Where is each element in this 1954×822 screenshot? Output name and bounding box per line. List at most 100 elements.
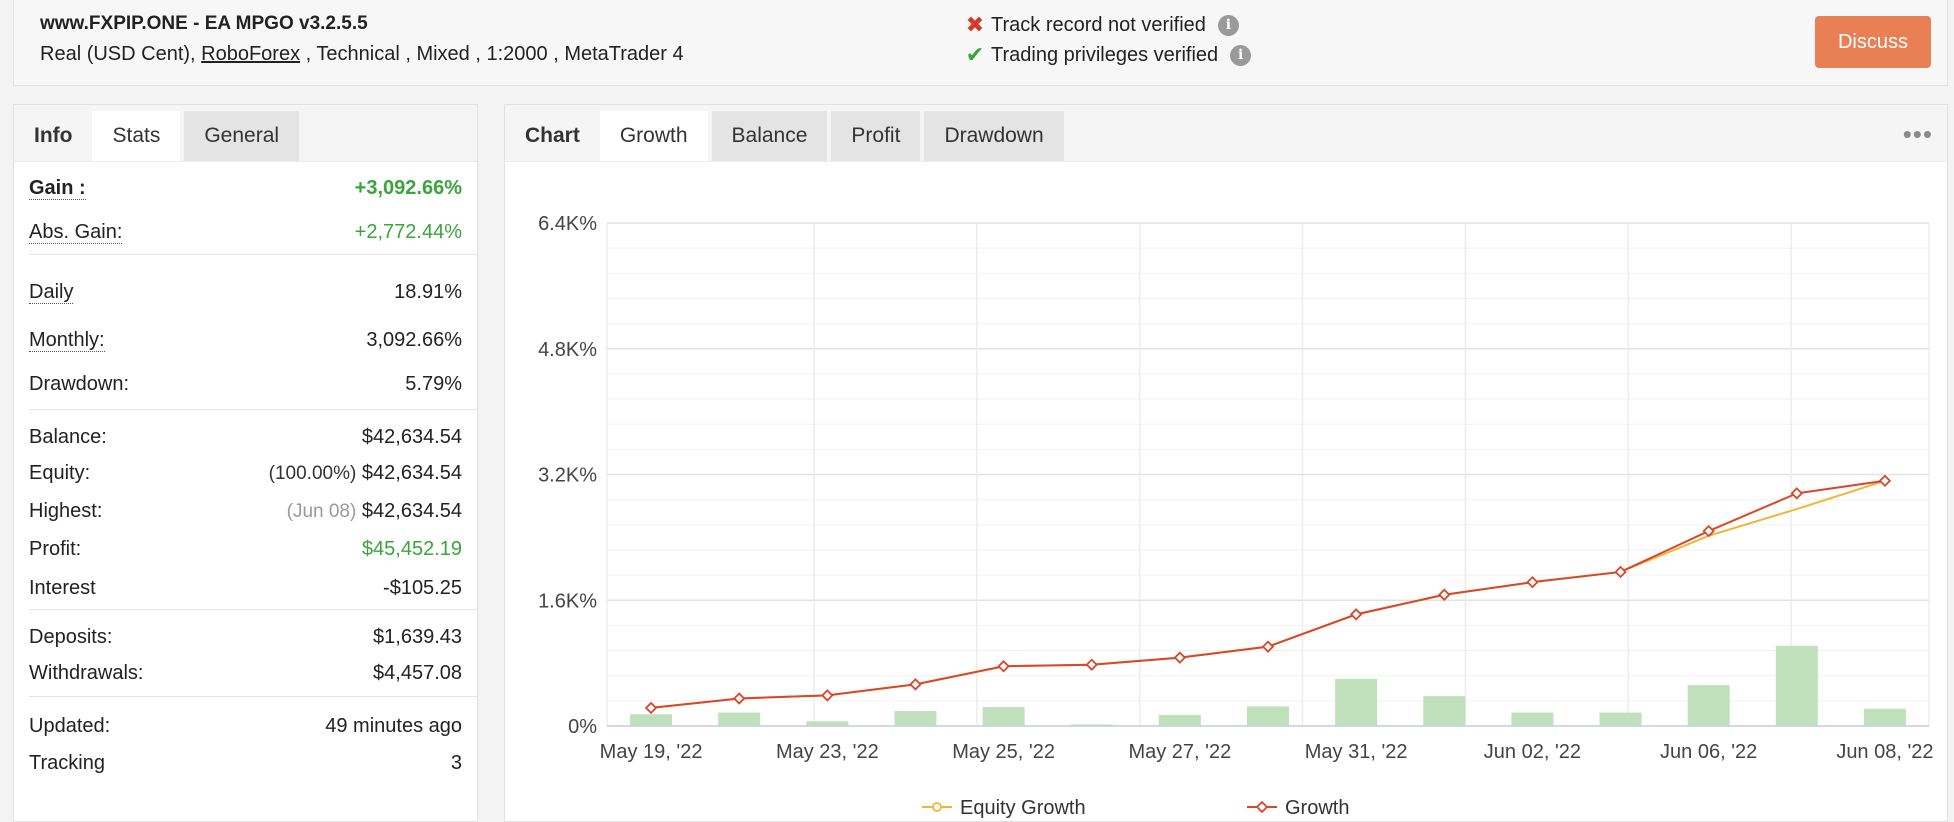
stat-label[interactable]: Daily [29, 281, 74, 304]
stat-daily: Daily 18.91% [29, 255, 462, 317]
stat-value: $45,452.19 [361, 538, 462, 560]
cross-icon: ✖ [965, 12, 985, 37]
equity-amount: $42,634.54 [361, 461, 462, 484]
tab-drawdown[interactable]: Drawdown [924, 111, 1064, 161]
broker-link[interactable]: RoboForex [201, 43, 300, 65]
stat-withdrawals: Withdrawals: $4,457.08 [29, 654, 462, 692]
system-title: www.FXPIP.ONE - EA MPGO v3.2.5.5 [40, 13, 368, 34]
equity-percent: (100.00%) [268, 462, 357, 484]
volume-bar [894, 711, 937, 726]
volume-bar [1687, 685, 1730, 726]
stat-label: Tracking [29, 751, 105, 774]
highest-amount: $42,634.54 [361, 499, 462, 522]
tab-general[interactable]: General [184, 111, 300, 161]
y-tick-label: 6.4K% [538, 213, 597, 235]
stat-monthly: Monthly: 3,092.66% [29, 317, 462, 363]
more-options-icon[interactable]: ••• [1903, 119, 1933, 150]
stat-label[interactable]: Abs. Gain: [29, 221, 123, 244]
tab-info[interactable]: Info [14, 111, 92, 161]
stat-label: Equity: [29, 461, 91, 484]
y-tick-label: 3.2K% [538, 465, 597, 487]
trading-privileges-text: Trading privileges verified [991, 43, 1219, 66]
stat-label: Updated: [29, 714, 111, 737]
x-tick-label: May 31, '22 [1305, 741, 1408, 763]
stat-label: Drawdown: [29, 372, 130, 395]
x-tick-label: Jun 08, '22 [1836, 741, 1933, 763]
stat-value: 3 [450, 751, 462, 774]
info-icon[interactable]: i [1217, 14, 1239, 36]
volume-bar [982, 707, 1025, 726]
volume-bar [1247, 706, 1289, 726]
tab-stats[interactable]: Stats [92, 111, 181, 161]
x-tick-label: May 27, '22 [1128, 741, 1231, 763]
account-type: Real (USD Cent), [40, 43, 202, 65]
highest-date: (Jun 08) [286, 500, 357, 522]
stat-profit: Profit: $45,452.19 [29, 530, 462, 569]
stat-drawdown: Drawdown: 5.79% [29, 363, 462, 405]
tab-chart[interactable]: Chart [505, 111, 600, 161]
stat-value: 3,092.66% [366, 328, 462, 351]
stats-panel: Info Stats General Gain : +3,092.66% Abs… [13, 104, 478, 822]
stat-value: 18.91% [394, 280, 462, 303]
stat-value: $42,634.54 [361, 425, 462, 448]
legend-growth-label: Growth [1285, 797, 1349, 819]
x-tick-label: Jun 02, '22 [1484, 741, 1581, 763]
volume-bar [1158, 714, 1201, 726]
account-meta: , Technical , Mixed , 1:2000 , MetaTrade… [300, 43, 684, 65]
legend-growth-marker [1255, 800, 1269, 814]
stat-value: +3,092.66% [354, 176, 462, 199]
stat-label[interactable]: Gain : [29, 177, 86, 200]
stat-tracking: Tracking 3 [29, 745, 462, 781]
legend-equity-marker [932, 802, 942, 812]
stat-value: -$105.25 [383, 576, 462, 599]
stat-balance: Balance: $42,634.54 [29, 410, 462, 454]
y-tick-label: 0% [568, 716, 597, 738]
stat-label[interactable]: Monthly: [29, 329, 105, 352]
volume-bar [1423, 696, 1466, 726]
stat-value: $4,457.08 [373, 661, 462, 684]
stat-abs-gain: Abs. Gain: +2,772.44% [29, 210, 462, 254]
x-tick-label: Jun 06, '22 [1660, 741, 1757, 763]
account-header: www.FXPIP.ONE - EA MPGO v3.2.5.5 Real (U… [13, 0, 1948, 86]
volume-bar [630, 714, 673, 726]
x-tick-label: May 25, '22 [952, 741, 1055, 763]
stat-label: Deposits: [29, 625, 113, 648]
y-tick-label: 4.8K% [538, 339, 597, 361]
stat-label: Highest: [29, 499, 103, 522]
volume-bar [718, 712, 761, 726]
stat-value: 49 minutes ago [325, 714, 462, 737]
stat-value: +2,772.44% [354, 220, 462, 243]
legend-equity-label: Equity Growth [960, 797, 1086, 819]
stat-updated: Updated: 49 minutes ago [29, 697, 462, 745]
check-icon: ✔ [965, 42, 985, 67]
volume-bar [1599, 712, 1642, 726]
discuss-button[interactable]: Discuss [1815, 16, 1931, 68]
trading-privileges-status: ✔ Trading privileges verified i [965, 42, 1252, 68]
chart-panel: Chart Growth Balance Profit Drawdown •••… [504, 104, 1948, 822]
stat-highest: Highest: (Jun 08) $42,634.54 [29, 492, 462, 530]
x-tick-label: May 19, '22 [600, 741, 703, 763]
stats-list: Gain : +3,092.66% Abs. Gain: +2,772.44% … [14, 162, 477, 781]
volume-bar [1335, 678, 1378, 726]
stat-value: (Jun 08) $42,634.54 [287, 500, 462, 523]
info-tabs: Info Stats General [14, 105, 477, 162]
track-record-text: Track record not verified [991, 13, 1206, 36]
tab-growth[interactable]: Growth [599, 111, 708, 161]
tab-balance[interactable]: Balance [711, 111, 828, 161]
stat-value: $1,639.43 [373, 625, 462, 648]
tab-profit[interactable]: Profit [831, 111, 921, 161]
y-tick-label: 1.6K% [538, 590, 597, 612]
x-tick-label: May 23, '22 [776, 741, 879, 763]
stat-value: (100.00%) $42,634.54 [269, 462, 462, 485]
track-record-status: ✖ Track record not verified i [965, 12, 1239, 38]
stat-label: Withdrawals: [29, 661, 144, 684]
stat-equity: Equity: (100.00%) $42,634.54 [29, 454, 462, 492]
stat-gain: Gain : +3,092.66% [29, 162, 462, 210]
volume-bar [1775, 645, 1818, 726]
volume-bar [1863, 708, 1906, 726]
stat-value: 5.79% [405, 372, 462, 395]
stat-label: Interest [29, 576, 96, 599]
legend-growth: Growth [1247, 797, 1349, 819]
volume-bar [1511, 712, 1554, 726]
info-icon[interactable]: i [1230, 44, 1252, 66]
